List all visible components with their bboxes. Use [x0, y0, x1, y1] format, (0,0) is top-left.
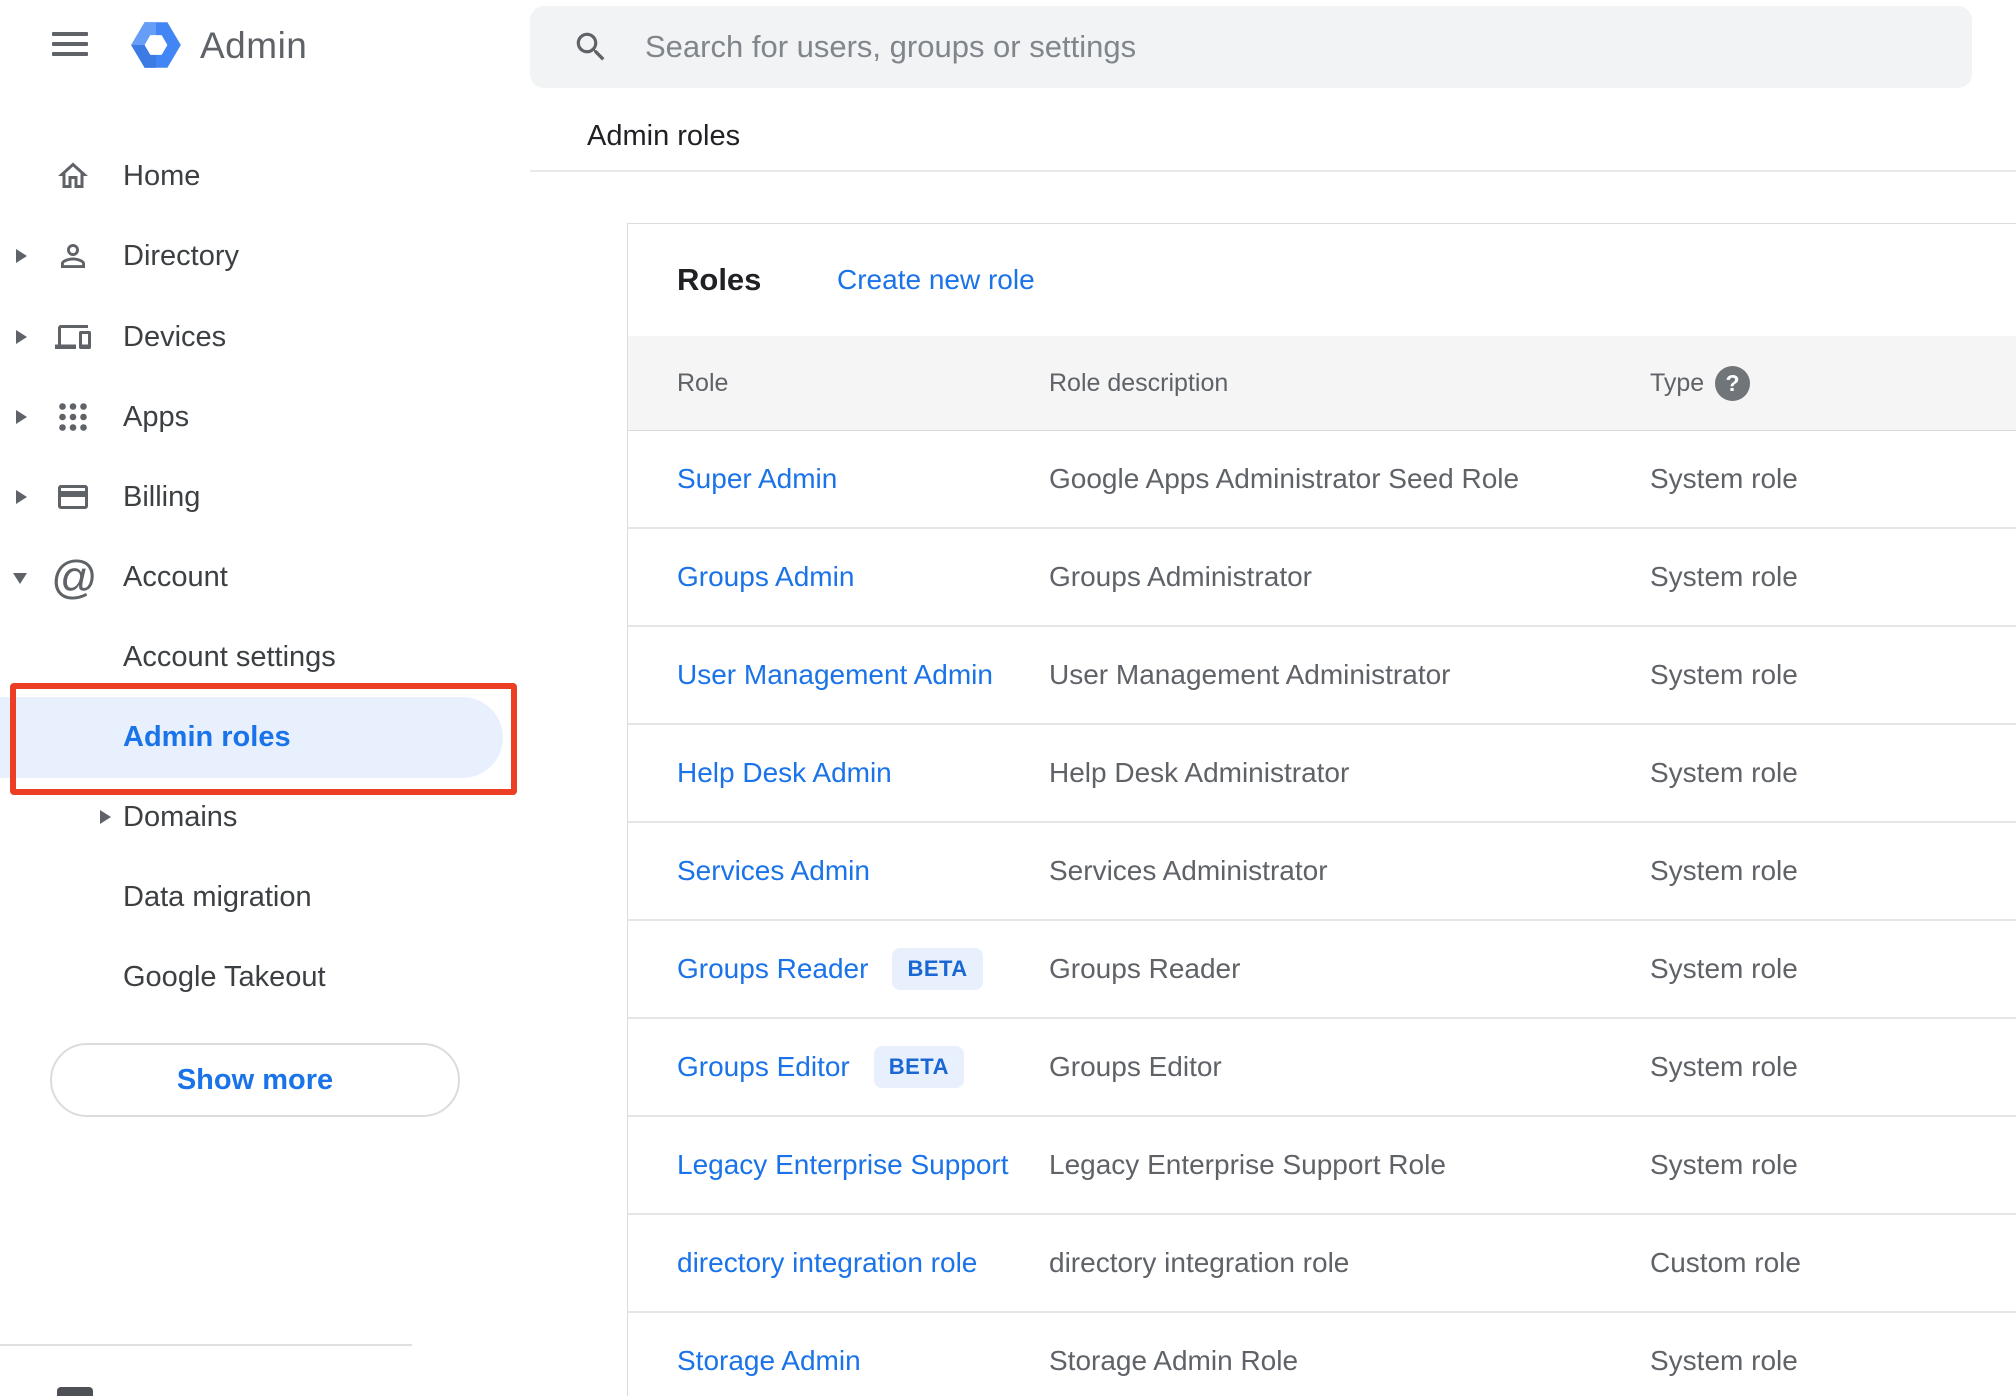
beta-badge: BETA: [892, 948, 983, 990]
sidebar-item-data-migration[interactable]: Data migration: [0, 869, 412, 925]
role-link[interactable]: Storage Admin: [677, 1345, 861, 1377]
sidebar-item-home[interactable]: Home: [0, 148, 412, 204]
role-description: Services Administrator: [1049, 855, 1328, 886]
show-more-button[interactable]: Show more: [50, 1043, 460, 1117]
devices-icon: [55, 325, 91, 349]
roles-table-body: Super Admin Google Apps Administrator Se…: [628, 431, 2016, 1396]
role-type: System role: [1650, 953, 1798, 984]
sidebar-item-label: Account settings: [123, 641, 336, 673]
expand-chevron-icon[interactable]: [16, 490, 27, 504]
table-row: Groups Reader BETA Groups Reader System r…: [628, 921, 2016, 1019]
role-link[interactable]: Help Desk Admin: [677, 757, 892, 789]
table-row: Storage Admin Storage Admin Role System …: [628, 1313, 2016, 1396]
admin-logo-label: Admin: [200, 25, 308, 66]
role-link[interactable]: Services Admin: [677, 855, 870, 887]
admin-console-page: { "sidebar": { "logo_label": "Admin", "i…: [0, 0, 2016, 1396]
table-row: Groups Editor BETA Groups Editor System r…: [628, 1019, 2016, 1117]
home-icon: [58, 162, 88, 188]
search-icon: [576, 32, 605, 61]
table-row: Groups Admin Groups Administrator System…: [628, 529, 2016, 627]
sidebar: Admin Home Directory Devices Apps Billin…: [0, 0, 517, 1396]
admin-logo-icon: [131, 22, 181, 68]
role-type: System role: [1650, 1051, 1798, 1082]
collapse-chevron-icon[interactable]: [13, 573, 27, 584]
sidebar-item-label: Google Takeout: [123, 961, 326, 993]
role-link[interactable]: Groups Editor: [677, 1051, 850, 1083]
role-description: directory integration role: [1049, 1247, 1350, 1278]
search-input[interactable]: [645, 29, 1942, 65]
role-type: System role: [1650, 1149, 1798, 1180]
role-description: User Management Administrator: [1049, 659, 1451, 690]
breadcrumb: Admin roles: [587, 120, 741, 152]
column-header-role: Role: [677, 369, 729, 397]
create-new-role-link[interactable]: Create new role: [837, 224, 1035, 336]
clipped-bottom-icon: [57, 1387, 93, 1396]
role-description: Legacy Enterprise Support Role: [1049, 1149, 1446, 1180]
expand-chevron-icon[interactable]: [16, 410, 27, 424]
sidebar-item-domains[interactable]: Domains: [0, 789, 412, 845]
role-type: System role: [1650, 561, 1798, 592]
sidebar-item-label: Devices: [123, 321, 227, 353]
role-description: Groups Reader: [1049, 953, 1241, 984]
column-header-type: Type: [1650, 369, 1705, 397]
sidebar-item-apps[interactable]: Apps: [0, 389, 412, 445]
sidebar-item-directory[interactable]: Directory: [0, 228, 412, 284]
sidebar-item-label: Directory: [123, 240, 240, 272]
sidebar-item-label: Billing: [123, 481, 201, 513]
expand-chevron-icon[interactable]: [16, 330, 27, 344]
person-icon: [61, 244, 85, 268]
table-row: directory integration role directory int…: [628, 1215, 2016, 1313]
sidebar-item-admin-roles-selected[interactable]: Admin roles: [0, 697, 503, 778]
role-description: Help Desk Administrator: [1049, 757, 1350, 788]
column-header-description: Role description: [1049, 369, 1229, 397]
role-link[interactable]: Legacy Enterprise Support: [677, 1149, 1009, 1181]
role-link[interactable]: Super Admin: [677, 463, 837, 495]
breadcrumb-divider: [530, 170, 2016, 172]
sidebar-item-label: Home: [123, 160, 201, 192]
help-icon[interactable]: ?: [1715, 366, 1750, 401]
sidebar-item-label: Apps: [123, 401, 190, 433]
table-header-row: Role Role description Type ?: [628, 336, 2016, 431]
sidebar-bottom-divider: [0, 1344, 412, 1346]
apps-grid-icon: [59, 403, 87, 431]
role-link[interactable]: Groups Reader: [677, 953, 868, 985]
role-description: Groups Editor: [1049, 1051, 1222, 1082]
sidebar-item-devices[interactable]: Devices: [0, 309, 412, 365]
sidebar-item-label: Admin roles: [123, 721, 291, 753]
credit-card-icon: [58, 485, 88, 509]
role-link[interactable]: directory integration role: [677, 1247, 977, 1279]
role-type: System role: [1650, 463, 1798, 494]
role-type: System role: [1650, 659, 1798, 690]
menu-hamburger-icon[interactable]: [52, 32, 88, 56]
role-description: Storage Admin Role: [1049, 1345, 1299, 1376]
expand-chevron-icon[interactable]: [16, 249, 27, 263]
sidebar-item-label: Data migration: [123, 881, 312, 913]
at-sign-icon: @: [51, 551, 98, 603]
role-type: Custom role: [1650, 1247, 1801, 1278]
table-row: User Management Admin User Management Ad…: [628, 627, 2016, 725]
table-row: Services Admin Services Administrator Sy…: [628, 823, 2016, 921]
beta-badge: BETA: [873, 1046, 965, 1088]
sidebar-item-google-takeout[interactable]: Google Takeout: [0, 949, 412, 1005]
sidebar-item-account-settings[interactable]: Account settings: [0, 629, 412, 685]
expand-chevron-icon[interactable]: [100, 810, 111, 824]
sidebar-item-label: Account: [123, 561, 228, 593]
sidebar-item-account[interactable]: @ Account: [0, 549, 412, 605]
sidebar-item-billing[interactable]: Billing: [0, 469, 412, 525]
role-link[interactable]: Groups Admin: [677, 561, 854, 593]
card-header: Roles Create new role: [628, 224, 2016, 336]
table-row: Super Admin Google Apps Administrator Se…: [628, 431, 2016, 529]
role-type: System role: [1650, 757, 1798, 788]
search-bar[interactable]: [530, 6, 1972, 88]
role-type: System role: [1650, 1345, 1798, 1376]
sidebar-item-label: Domains: [123, 801, 238, 833]
table-row: Legacy Enterprise Support Legacy Enterpr…: [628, 1117, 2016, 1215]
role-description: Google Apps Administrator Seed Role: [1049, 463, 1520, 494]
role-description: Groups Administrator: [1049, 561, 1312, 592]
table-row: Help Desk Admin Help Desk Administrator …: [628, 725, 2016, 823]
card-title: Roles: [677, 262, 762, 297]
roles-card: Roles Create new role Role Role descript…: [627, 223, 2016, 1396]
role-type: System role: [1650, 855, 1798, 886]
role-link[interactable]: User Management Admin: [677, 659, 993, 691]
